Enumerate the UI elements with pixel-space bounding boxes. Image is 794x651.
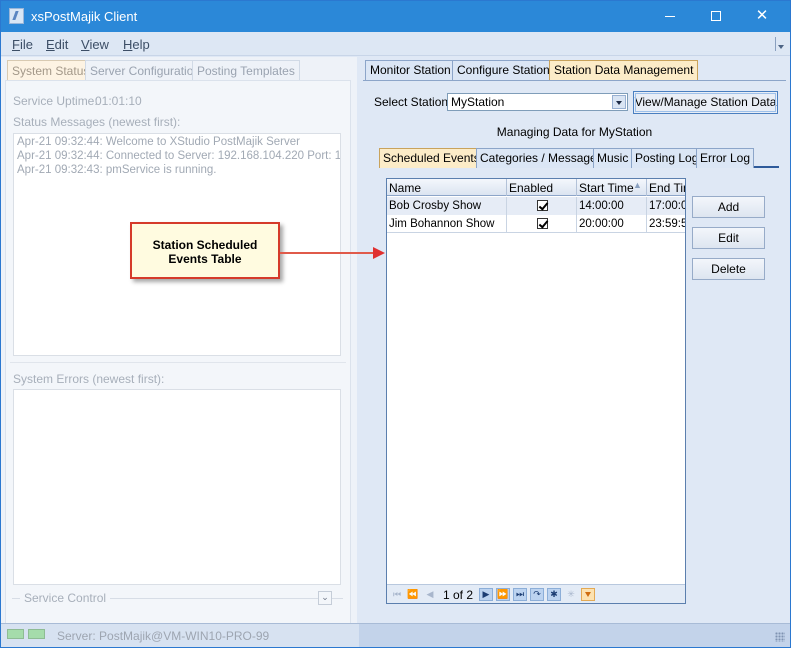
maximize-icon bbox=[711, 11, 721, 21]
table-header: Name Enabled Start Time ▲ End Time bbox=[387, 179, 685, 196]
station-data-pane: Select Station MyStation View/Manage Sta… bbox=[363, 80, 786, 620]
divider bbox=[10, 362, 346, 363]
system-errors-label: System Errors (newest first): bbox=[13, 372, 165, 386]
view-manage-station-data-button[interactable]: View/Manage Station Data bbox=[633, 91, 778, 114]
cell-start-time: 20:00:00 bbox=[577, 215, 647, 233]
callout-connector bbox=[280, 252, 375, 254]
resize-grip-icon[interactable] bbox=[775, 632, 785, 642]
table-row[interactable]: Bob Crosby Show 14:00:00 17:00:00 bbox=[387, 197, 685, 215]
page-indicator: 1 of 2 bbox=[443, 588, 474, 602]
system-status-pane: Service Uptime: 01:01:10 Status Messages… bbox=[5, 80, 351, 640]
tab-posting-log[interactable]: Posting Log bbox=[631, 148, 703, 168]
column-header-name[interactable]: Name bbox=[387, 179, 507, 196]
column-header-enabled[interactable]: Enabled bbox=[507, 179, 577, 196]
station-select-value: MyStation bbox=[451, 95, 505, 109]
status-messages-label: Status Messages (newest first): bbox=[13, 115, 181, 129]
delete-button[interactable]: Delete bbox=[692, 258, 765, 280]
sort-ascending-icon: ▲ bbox=[633, 180, 642, 190]
menu-file[interactable]: File bbox=[12, 37, 33, 52]
expand-chevron-icon[interactable]: ⌄ bbox=[318, 591, 332, 605]
column-header-start-time[interactable]: Start Time ▲ bbox=[577, 179, 647, 196]
cell-enabled bbox=[507, 197, 577, 215]
left-panel: System Status Server Configuration Posti… bbox=[1, 57, 357, 647]
menu-bar: File Edit View Help bbox=[1, 32, 790, 56]
right-panel: Monitor Station Configure Stations Stati… bbox=[359, 57, 790, 623]
tab-server-configuration[interactable]: Server Configuration bbox=[85, 60, 206, 80]
status-bar: Server: PostMajik@VM-WIN10-PRO-99 bbox=[1, 623, 790, 647]
tab-error-log[interactable]: Error Log bbox=[696, 148, 755, 168]
cell-end-time: 17:00:00 bbox=[647, 197, 685, 215]
title-bar[interactable]: xsPostMajik Client ✕ bbox=[1, 1, 790, 32]
cell-name: Bob Crosby Show bbox=[387, 197, 507, 215]
status-message: Apr-21 09:32:44: Connected to Server: 19… bbox=[17, 150, 341, 162]
status-message: Apr-21 09:32:43: pmService is running. bbox=[17, 164, 217, 176]
system-errors-list[interactable] bbox=[13, 389, 341, 585]
data-tab-strip: Scheduled Events Categories / Messages M… bbox=[379, 148, 779, 168]
fade-overlay bbox=[1, 624, 359, 647]
station-select[interactable]: MyStation bbox=[447, 93, 628, 111]
app-window: xsPostMajik Client ✕ File Edit View Help… bbox=[0, 0, 791, 648]
enabled-checkbox[interactable] bbox=[537, 200, 548, 211]
tab-categories-messages[interactable]: Categories / Messages bbox=[476, 148, 607, 168]
next-page-group-icon[interactable]: ⏩ bbox=[496, 588, 510, 601]
maximize-button[interactable] bbox=[693, 1, 739, 32]
tab-monitor-station[interactable]: Monitor Station bbox=[365, 60, 456, 80]
managing-data-label: Managing Data for MyStation bbox=[496, 125, 653, 139]
filter-icon[interactable] bbox=[581, 588, 595, 601]
refresh-icon[interactable]: ↷ bbox=[530, 588, 544, 601]
next-page-icon[interactable]: ▶ bbox=[479, 588, 493, 601]
window-title: xsPostMajik Client bbox=[31, 9, 138, 24]
app-icon bbox=[9, 8, 24, 24]
cell-name: Jim Bohannon Show bbox=[387, 215, 507, 233]
menu-view[interactable]: View bbox=[81, 37, 109, 52]
previous-page-icon[interactable]: ◀ bbox=[423, 588, 437, 601]
tab-scheduled-events[interactable]: Scheduled Events bbox=[379, 148, 484, 168]
minimize-button[interactable] bbox=[647, 1, 693, 32]
arrow-right-icon bbox=[373, 247, 385, 259]
callout-line-1: Station Scheduled bbox=[152, 238, 258, 252]
menu-help[interactable]: Help bbox=[123, 37, 150, 52]
add-row-icon[interactable]: ✱ bbox=[547, 588, 561, 601]
menu-edit[interactable]: Edit bbox=[46, 37, 68, 52]
callout-line-2: Events Table bbox=[168, 252, 242, 266]
tab-configure-stations[interactable]: Configure Stations bbox=[452, 60, 561, 80]
scheduled-events-table[interactable]: Name Enabled Start Time ▲ End Time Bob C… bbox=[386, 178, 686, 604]
annotation-callout: Station Scheduled Events Table bbox=[130, 222, 280, 279]
tab-station-data-management[interactable]: Station Data Management bbox=[549, 60, 699, 80]
menu-overflow-icon[interactable] bbox=[775, 37, 785, 51]
column-header-end-time[interactable]: End Time bbox=[647, 179, 685, 196]
table-navigator: ⏮ ⏪ ◀ 1 of 2 ▶ ⏩ ⏭ ↷ ✱ ✳ bbox=[387, 584, 685, 603]
enabled-checkbox[interactable] bbox=[537, 218, 548, 229]
status-message: Apr-21 09:32:44: Welcome to XStudio Post… bbox=[17, 136, 300, 148]
edit-button[interactable]: Edit bbox=[692, 227, 765, 249]
first-page-icon[interactable]: ⏮ bbox=[390, 588, 404, 601]
cell-end-time: 23:59:59 bbox=[649, 218, 685, 230]
tab-posting-templates[interactable]: Posting Templates bbox=[192, 60, 300, 80]
column-header-start-time-label: Start Time bbox=[579, 181, 634, 195]
service-control-label: Service Control bbox=[20, 591, 111, 605]
minimize-icon bbox=[665, 16, 675, 17]
cell-start-time: 14:00:00 bbox=[577, 197, 647, 215]
dropdown-arrow-icon[interactable] bbox=[612, 95, 626, 109]
add-button[interactable]: Add bbox=[692, 196, 765, 218]
last-page-icon[interactable]: ⏭ bbox=[513, 588, 527, 601]
close-button[interactable]: ✕ bbox=[739, 1, 785, 32]
previous-page-group-icon[interactable]: ⏪ bbox=[406, 588, 420, 601]
uptime-value: 01:01:10 bbox=[95, 94, 142, 108]
tab-music[interactable]: Music bbox=[593, 148, 633, 168]
tab-system-status[interactable]: System Status bbox=[7, 60, 95, 80]
service-control-group: Service Control ⌄ bbox=[12, 591, 343, 612]
cell-enabled bbox=[507, 215, 577, 233]
cancel-edit-icon[interactable]: ✳ bbox=[564, 588, 578, 601]
select-station-label: Select Station bbox=[374, 95, 449, 109]
close-icon: ✕ bbox=[755, 7, 769, 24]
table-row[interactable]: Jim Bohannon Show 20:00:00 23:59:59 bbox=[387, 215, 685, 233]
uptime-label: Service Uptime: bbox=[13, 94, 98, 108]
